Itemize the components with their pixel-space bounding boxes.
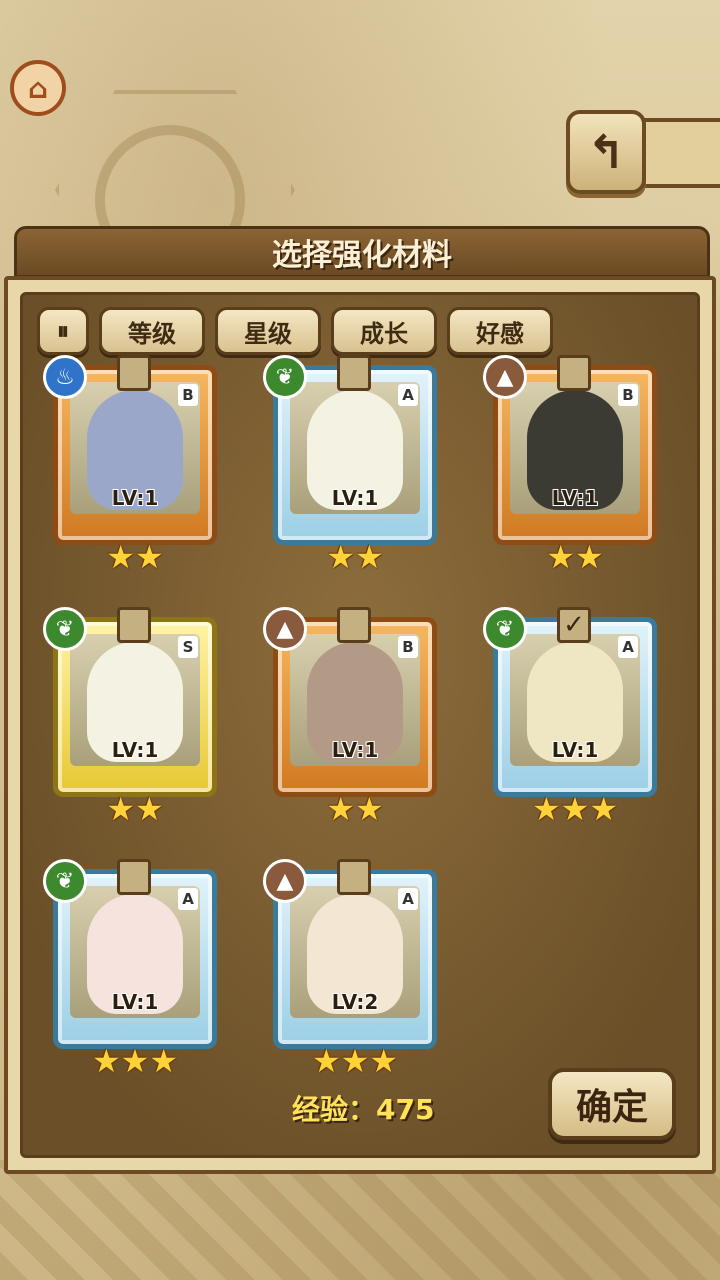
character-card[interactable]: B LV:1 ▲ ★ ★ bbox=[263, 607, 443, 827]
character-card[interactable]: B LV:1 ♨ ★ ★ bbox=[43, 355, 223, 575]
star-icon: ★ bbox=[106, 790, 135, 828]
level-label: LV:1 bbox=[111, 990, 159, 1014]
star-icon: ★ bbox=[355, 538, 384, 576]
star-rating: ★ ★ bbox=[487, 541, 663, 573]
map-bottom-decoration bbox=[0, 1160, 720, 1280]
panel-frame: ⏸ 等级 星级 成长 好感 B LV:1 ♨ ★ ★ A LV:1 ❦ ★ ★ B LV:1 ▲ ★ ★ S L… bbox=[4, 276, 716, 1174]
water-element-icon: ♨ bbox=[43, 355, 87, 399]
material-select-panel: 选择强化材料 ⏸ 等级 星级 成长 好感 B LV:1 ♨ ★ ★ A LV:1 ❦ ★ ★ B LV… bbox=[4, 226, 716, 1174]
panel-title-bar: 选择强化材料 bbox=[14, 226, 710, 278]
sort-toggle-icon: ⏸ bbox=[57, 317, 69, 345]
star-rating: ★ ★ bbox=[267, 541, 443, 573]
earth-element-icon: ▲ bbox=[483, 355, 527, 399]
character-card[interactable]: A LV:1 ❦ ★ ★ bbox=[263, 355, 443, 575]
star-icon: ★ bbox=[326, 538, 355, 576]
grass-element-icon: ❦ bbox=[43, 859, 87, 903]
page-title: 选择强化材料 bbox=[272, 238, 452, 273]
rank-badge: B bbox=[398, 636, 418, 658]
filter-bar: ⏸ 等级 星级 成长 好感 bbox=[37, 307, 553, 355]
grass-element-icon: ❦ bbox=[263, 355, 307, 399]
character-card[interactable]: A LV:1 ❦ ✓ ★ ★ ★ bbox=[483, 607, 663, 827]
exp-total-label: 经验：475 bbox=[292, 1093, 435, 1126]
star-rating: ★ ★ bbox=[267, 793, 443, 825]
back-tab-strip bbox=[640, 118, 720, 188]
sort-toggle-button[interactable]: ⏸ bbox=[37, 307, 89, 355]
character-card[interactable]: A LV:1 ❦ ★ ★ ★ bbox=[43, 859, 223, 1079]
star-icon: ★ bbox=[135, 790, 164, 828]
filter-growth-button[interactable]: 成长 bbox=[331, 307, 437, 355]
star-icon: ★ bbox=[91, 1042, 121, 1080]
grass-element-icon: ❦ bbox=[43, 607, 87, 651]
level-label: LV:1 bbox=[111, 738, 159, 762]
star-icon: ★ bbox=[311, 1042, 341, 1080]
select-checkbox[interactable] bbox=[337, 355, 371, 391]
star-icon: ★ bbox=[106, 538, 135, 576]
star-icon: ★ bbox=[369, 1042, 399, 1080]
grass-element-icon: ❦ bbox=[483, 607, 527, 651]
character-card[interactable]: S LV:1 ❦ ★ ★ bbox=[43, 607, 223, 827]
select-checkbox[interactable] bbox=[557, 355, 591, 391]
star-icon: ★ bbox=[120, 1042, 150, 1080]
select-checkbox[interactable] bbox=[117, 355, 151, 391]
card-grid: ⏸ 等级 星级 成长 好感 B LV:1 ♨ ★ ★ A LV:1 ❦ ★ ★ B LV:1 ▲ ★ ★ S L… bbox=[20, 292, 700, 1158]
filter-level-button[interactable]: 等级 bbox=[99, 307, 205, 355]
select-checkbox[interactable] bbox=[337, 607, 371, 643]
star-rating: ★ ★ ★ bbox=[47, 1045, 223, 1077]
level-label: LV:1 bbox=[551, 486, 599, 510]
select-checkbox[interactable] bbox=[117, 607, 151, 643]
rank-badge: A bbox=[178, 888, 198, 910]
level-label: LV:1 bbox=[331, 738, 379, 762]
earth-element-icon: ▲ bbox=[263, 859, 307, 903]
rank-badge: A bbox=[618, 636, 638, 658]
select-checkbox[interactable]: ✓ bbox=[557, 607, 591, 643]
star-icon: ★ bbox=[589, 790, 619, 828]
star-icon: ★ bbox=[340, 1042, 370, 1080]
rank-badge: A bbox=[398, 888, 418, 910]
level-label: LV:2 bbox=[331, 990, 379, 1014]
earth-element-icon: ▲ bbox=[263, 607, 307, 651]
back-button[interactable]: ↰ bbox=[566, 110, 646, 194]
star-icon: ★ bbox=[575, 538, 604, 576]
select-checkbox[interactable] bbox=[117, 859, 151, 895]
select-checkbox[interactable] bbox=[337, 859, 371, 895]
star-icon: ★ bbox=[355, 790, 384, 828]
star-icon: ★ bbox=[149, 1042, 179, 1080]
pin-marker-icon[interactable]: ⌂ bbox=[10, 60, 66, 116]
level-label: LV:1 bbox=[111, 486, 159, 510]
star-icon: ★ bbox=[326, 790, 355, 828]
level-label: LV:1 bbox=[551, 738, 599, 762]
star-icon: ★ bbox=[531, 790, 561, 828]
star-rating: ★ ★ ★ bbox=[487, 793, 663, 825]
rank-badge: B bbox=[618, 384, 638, 406]
rank-badge: S bbox=[178, 636, 198, 658]
level-label: LV:1 bbox=[331, 486, 379, 510]
filter-affection-button[interactable]: 好感 bbox=[447, 307, 553, 355]
star-icon: ★ bbox=[546, 538, 575, 576]
star-rating: ★ ★ ★ bbox=[267, 1045, 443, 1077]
return-arrow-icon: ↰ bbox=[586, 125, 626, 179]
confirm-button[interactable]: 确定 bbox=[548, 1068, 676, 1140]
star-icon: ★ bbox=[135, 538, 164, 576]
filter-star-button[interactable]: 星级 bbox=[215, 307, 321, 355]
star-icon: ★ bbox=[560, 790, 590, 828]
star-rating: ★ ★ bbox=[47, 793, 223, 825]
star-rating: ★ ★ bbox=[47, 541, 223, 573]
character-card[interactable]: A LV:2 ▲ ★ ★ ★ bbox=[263, 859, 443, 1079]
character-card[interactable]: B LV:1 ▲ ★ ★ bbox=[483, 355, 663, 575]
rank-badge: B bbox=[178, 384, 198, 406]
rank-badge: A bbox=[398, 384, 418, 406]
